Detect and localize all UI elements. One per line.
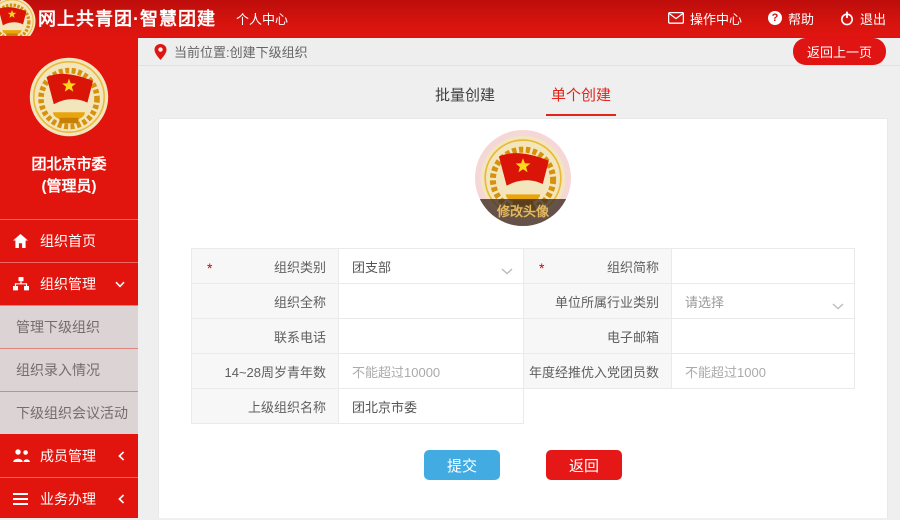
sidebar-subitem-org-entry-status[interactable]: 组织录入情况: [0, 348, 138, 391]
chevron-left-icon: [118, 494, 125, 504]
home-icon: [13, 234, 31, 248]
parent-org-name-input[interactable]: 团北京市委: [339, 389, 524, 424]
org-avatar[interactable]: 修改头像: [475, 130, 571, 226]
org-role: (管理员): [0, 176, 138, 198]
app-header: 网上共青团·智慧团建 个人中心 操作中心 ? 帮助 退出: [0, 0, 900, 36]
chevron-left-icon: [118, 451, 125, 461]
sidebar-item-member-management[interactable]: 成员管理: [0, 434, 138, 477]
content-panel: 修改头像 * 组织类别 团支部 *: [158, 118, 888, 518]
org-management-submenu: 管理下级组织 组织录入情况 下级组织会议活动: [0, 305, 138, 434]
header-right-nav: 操作中心 ? 帮助 退出: [668, 9, 886, 28]
sidebar-item-label: 组织首页: [40, 231, 96, 251]
chevron-down-icon: [115, 281, 125, 288]
list-icon: [13, 493, 31, 505]
org-full-name-input[interactable]: [339, 284, 524, 319]
app-title: 网上共青团·智慧团建: [38, 5, 216, 31]
help-label: 帮助: [788, 9, 814, 28]
field-label-org-full-name: 组织全称: [192, 284, 339, 319]
breadcrumb-bar: 当前位置:创建下级组织 返回上一页: [138, 36, 900, 66]
sidebar-item-org-home[interactable]: 组织首页: [0, 219, 138, 262]
org-short-name-input[interactable]: [672, 249, 855, 284]
field-label-industry: 单位所属行业类别: [524, 284, 672, 319]
envelope-icon: [668, 12, 684, 24]
empty-cell: [524, 389, 855, 424]
sidebar-item-business[interactable]: 业务办理: [0, 477, 138, 520]
users-icon: [13, 449, 31, 462]
field-label-youth-count: 14~28周岁青年数: [192, 354, 339, 389]
org-type-select[interactable]: 团支部: [339, 249, 524, 284]
sidebar-item-label: 组织管理: [40, 274, 96, 294]
sidebar-menu: 组织首页 组织管理 管理下级组织 组织录入情况 下级组织会议活动: [0, 219, 138, 520]
sidebar: 团北京市委 (管理员) 组织首页 组织管理 管理下级组织 组: [0, 36, 138, 518]
sitemap-icon: [13, 277, 31, 291]
party-recommend-count-input[interactable]: 不能超过1000: [672, 354, 855, 389]
field-label-org-short-name: * 组织简称: [524, 249, 672, 284]
required-asterisk: *: [539, 260, 544, 276]
required-asterisk: *: [207, 260, 212, 276]
field-label-email: 电子邮箱: [524, 319, 672, 354]
industry-select[interactable]: 请选择: [672, 284, 855, 319]
chevron-down-icon: [501, 263, 513, 278]
org-form-table: * 组织类别 团支部 * 组织简称: [191, 248, 855, 424]
org-name: 团北京市委: [0, 154, 138, 176]
avatar-edit-caption: 修改头像: [475, 199, 571, 226]
sidebar-item-org-management[interactable]: 组织管理: [0, 262, 138, 305]
main-content: 批量创建 单个创建 修改头像 * 组织类别 团支部: [138, 66, 900, 518]
action-center-link[interactable]: 操作中心: [668, 9, 742, 28]
chevron-down-icon: [832, 298, 844, 313]
youth-count-input[interactable]: 不能超过10000: [339, 354, 524, 389]
help-link[interactable]: ? 帮助: [768, 9, 814, 28]
sidebar-subitem-manage-sub-orgs[interactable]: 管理下级组织: [0, 305, 138, 348]
logout-label: 退出: [860, 9, 886, 28]
help-icon: ?: [768, 11, 782, 25]
league-emblem-logo-icon: [0, 0, 36, 36]
action-center-label: 操作中心: [690, 9, 742, 28]
logout-link[interactable]: 退出: [840, 9, 886, 28]
field-label-parent-org: 上级组织名称: [192, 389, 339, 424]
breadcrumb-label: 当前位置:创建下级组织: [174, 42, 308, 61]
nav-personal-center[interactable]: 个人中心: [236, 9, 288, 28]
back-button[interactable]: 返回: [546, 450, 622, 480]
sidebar-subitem-sub-org-meetings[interactable]: 下级组织会议活动: [0, 391, 138, 434]
back-to-previous-button[interactable]: 返回上一页: [793, 38, 886, 65]
create-tabs: 批量创建 单个创建: [158, 84, 888, 116]
tab-batch-create[interactable]: 批量创建: [430, 84, 500, 116]
sidebar-org-emblem-icon: [29, 57, 109, 137]
tab-single-create[interactable]: 单个创建: [546, 84, 616, 116]
field-label-org-type: * 组织类别: [192, 249, 339, 284]
submit-button[interactable]: 提交: [424, 450, 500, 480]
sidebar-item-label: 成员管理: [40, 446, 96, 466]
email-input[interactable]: [672, 319, 855, 354]
sidebar-item-label: 业务办理: [40, 489, 96, 509]
form-actions: 提交 返回: [159, 450, 887, 480]
power-icon: [840, 11, 854, 26]
field-label-party-recommend-count: 年度经推优入党团员数: [524, 354, 672, 389]
location-pin-icon: [154, 44, 167, 60]
phone-input[interactable]: [339, 319, 524, 354]
field-label-phone: 联系电话: [192, 319, 339, 354]
